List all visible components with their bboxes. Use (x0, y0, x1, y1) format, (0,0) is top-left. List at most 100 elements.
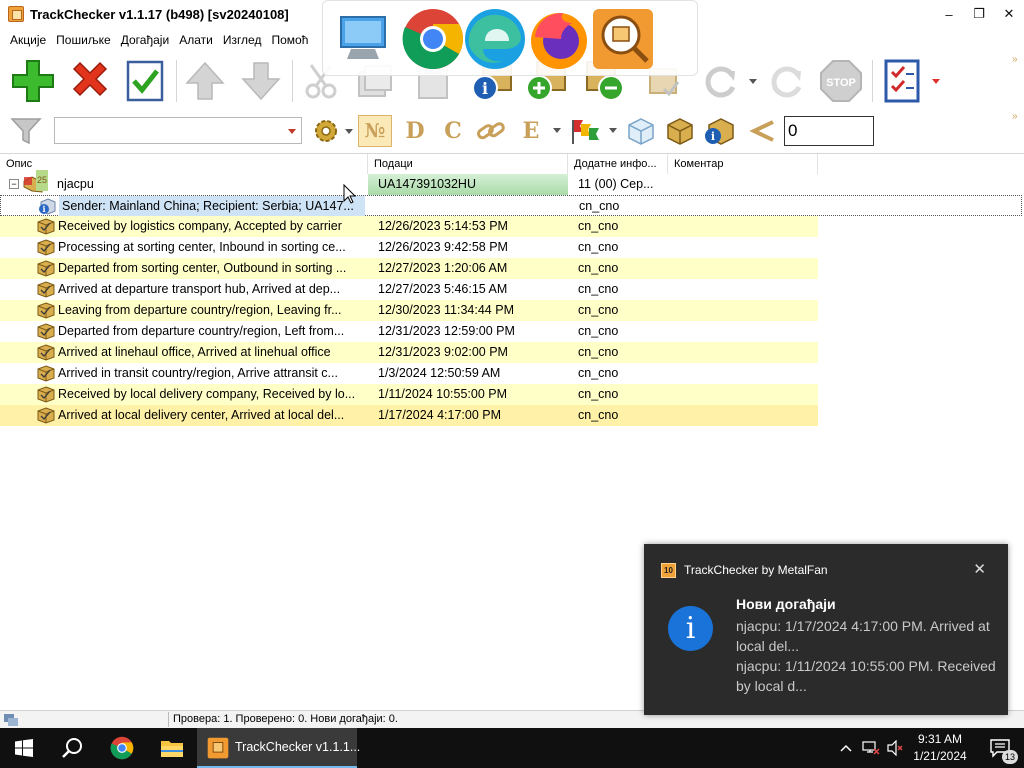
color-flags-button[interactable] (570, 115, 604, 147)
menu-actions[interactable]: Акције (5, 33, 51, 47)
chrome-icon[interactable] (401, 7, 465, 71)
menu-parcels[interactable]: Пошиљке (51, 33, 116, 47)
move-up-button[interactable] (181, 56, 229, 106)
event-row[interactable]: Leaving from departure country/region, L… (0, 300, 818, 321)
event-date: 12/27/2023 5:46:15 AM (378, 282, 508, 296)
settings-button[interactable] (312, 117, 353, 145)
delete-parcel-button[interactable] (66, 56, 114, 106)
toast-app-name: TrackChecker by MetalFan (684, 563, 828, 577)
toast-close-button[interactable]: ✕ (973, 560, 986, 578)
taskbar-trackchecker[interactable]: TrackChecker v1.1.1... (197, 728, 360, 768)
firefox-icon[interactable] (527, 7, 591, 71)
network-icon (862, 741, 880, 755)
new-box-button[interactable] (624, 115, 658, 147)
checklist-dropdown-icon[interactable] (932, 79, 940, 84)
menu-tools[interactable]: Алати (174, 33, 218, 47)
stop-button[interactable]: STOP (817, 56, 865, 106)
settings-dropdown-icon[interactable] (345, 129, 353, 134)
toast-line: njacpu: 1/11/2024 10:55:00 PM. Received … (736, 658, 996, 694)
tree-expander[interactable]: − (9, 179, 19, 189)
taskbar-chrome[interactable] (98, 728, 146, 768)
notification-toast[interactable]: 10 TrackChecker by MetalFan ✕ i Нови дог… (644, 544, 1008, 715)
event-row[interactable]: Arrived at departure transport hub, Arri… (0, 279, 818, 300)
parcel-row[interactable]: − 25 njacpu UA147391032HU 11 (00) Сер... (0, 170, 818, 195)
event-box-icon (37, 281, 55, 298)
less-than-button[interactable] (746, 115, 780, 147)
filter-button[interactable] (10, 116, 44, 146)
status-text: Провера: 1. Проверено: 0. Нови догађаји:… (173, 713, 398, 725)
toolbar-overflow-icon[interactable]: » (1012, 54, 1018, 65)
toolbar-separator (176, 60, 177, 102)
menu-view[interactable]: Изглед (218, 33, 267, 47)
event-row[interactable]: Received by local delivery company, Rece… (0, 384, 818, 405)
box-info-button[interactable]: i (702, 115, 736, 147)
event-extra: cn_cno (578, 303, 619, 317)
search-button[interactable] (48, 728, 96, 768)
minimize-button[interactable]: – (934, 0, 964, 28)
maximize-button[interactable]: ❐ (964, 0, 994, 28)
event-date: 12/27/2023 1:20:06 AM (378, 261, 508, 275)
col-description-header[interactable]: Опис (0, 154, 368, 174)
event-description: Departed from departure country/region, … (58, 324, 345, 338)
event-extra: cn_cno (578, 366, 619, 380)
checklist-button[interactable] (878, 56, 926, 106)
trackchecker-app-icon[interactable] (591, 7, 655, 71)
threshold-input[interactable]: 0 (784, 116, 874, 146)
link-button[interactable] (474, 115, 508, 147)
col-extra-header[interactable]: Додатне инфо... (568, 154, 668, 174)
event-description: Leaving from departure country/region, L… (58, 303, 342, 317)
toolbar-separator (872, 60, 873, 102)
col-data-header[interactable]: Подаци (368, 154, 568, 174)
sort-e-dropdown-icon[interactable] (553, 128, 561, 133)
event-row[interactable]: i Sender: Mainland China; Recipient: Serb… (0, 195, 1022, 217)
sort-d-button[interactable]: D (398, 115, 432, 147)
computer-icon[interactable] (333, 7, 397, 71)
refresh-button[interactable] (696, 56, 744, 106)
flags-dropdown-icon[interactable] (609, 128, 617, 133)
box-button[interactable] (663, 115, 697, 147)
network-tray-button[interactable] (860, 728, 882, 768)
menu-help[interactable]: Помоћ (266, 33, 313, 47)
start-button[interactable] (0, 728, 48, 768)
event-row[interactable]: Departed from departure country/region, … (0, 321, 818, 342)
col-comment-header[interactable]: Коментар (668, 154, 818, 174)
parcel-tracking-number: UA147391032HU (368, 174, 568, 195)
refresh-all-button[interactable] (762, 56, 810, 106)
edge-icon[interactable] (463, 7, 527, 71)
event-extra: cn_cno (578, 219, 619, 233)
show-hidden-icons-button[interactable] (836, 728, 856, 768)
event-row[interactable]: Processing at sorting center, Inbound in… (0, 237, 818, 258)
move-down-button[interactable] (237, 56, 285, 106)
taskbar: TrackChecker v1.1.1... 9:31 AM 1/21/2024… (0, 728, 1024, 768)
check-parcel-button[interactable] (121, 56, 169, 106)
toolbar2-overflow-icon[interactable]: » (1012, 111, 1018, 122)
event-date: 1/11/2024 10:55:00 PM (378, 387, 508, 401)
combobox-dropdown-icon[interactable] (288, 129, 296, 134)
add-parcel-button[interactable] (9, 56, 57, 106)
volume-tray-button[interactable] (884, 728, 906, 768)
sort-c-button[interactable]: C (436, 115, 470, 147)
event-date: 12/31/2023 9:02:00 PM (378, 345, 508, 359)
refresh-dropdown-icon[interactable] (749, 79, 757, 84)
filter-combobox[interactable] (54, 117, 302, 144)
event-row[interactable]: Departed from sorting center, Outbound i… (0, 258, 818, 279)
funnel-icon (10, 118, 42, 145)
event-row[interactable]: Arrived at local delivery center, Arrive… (0, 405, 818, 426)
delete-x-icon (72, 61, 108, 97)
taskbar-clock[interactable]: 9:31 AM 1/21/2024 (905, 731, 975, 765)
event-row[interactable]: Arrived in transit country/region, Arriv… (0, 363, 818, 384)
event-extra: cn_cno (578, 324, 619, 338)
sort-number-button[interactable]: № (358, 115, 392, 147)
action-center-button[interactable]: 13 (980, 728, 1020, 768)
arrow-up-icon (185, 61, 225, 100)
sort-e-button[interactable]: E (514, 115, 548, 147)
event-description: Sender: Mainland China; Recipient: Serbi… (59, 196, 365, 217)
event-row[interactable]: Arrived at linehaul office, Arrived at l… (0, 342, 818, 363)
taskbar-file-explorer[interactable] (148, 728, 196, 768)
menu-events[interactable]: Догађаји (116, 33, 174, 47)
taskbar-app-switcher (322, 0, 698, 76)
event-row[interactable]: Received by logistics company, Accepted … (0, 216, 818, 237)
svg-text:i: i (482, 79, 488, 98)
close-button[interactable]: ✕ (994, 0, 1024, 28)
app-icon (8, 6, 24, 22)
